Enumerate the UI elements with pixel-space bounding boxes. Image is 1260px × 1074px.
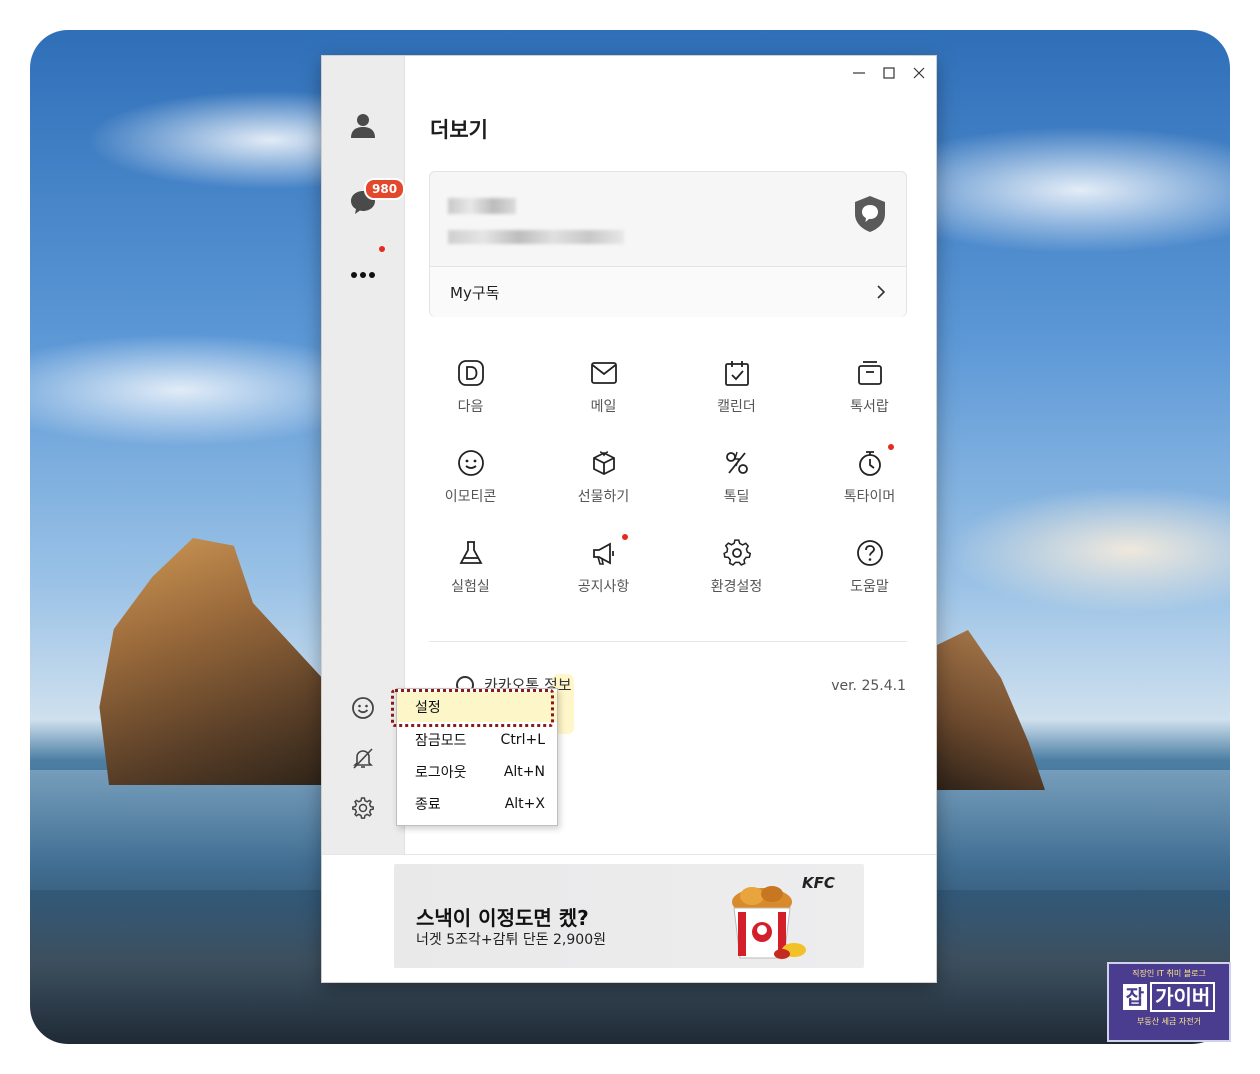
- new-dot: [622, 534, 628, 540]
- watermark-top: 직장인 IT 취미 블로그: [1132, 969, 1206, 978]
- minimize-button[interactable]: [852, 64, 866, 82]
- grid-item-talkdeal[interactable]: 톡딜: [670, 436, 803, 506]
- watermark-logo-a: 잡: [1122, 984, 1148, 1010]
- bottom-divider: [322, 854, 936, 855]
- grid-label: 공지사항: [577, 579, 630, 595]
- grid-item-timer[interactable]: 톡타이머: [803, 436, 936, 506]
- emoticon-icon: [457, 450, 484, 476]
- bell-off-icon: [353, 748, 373, 769]
- section-divider: [429, 641, 907, 642]
- my-subscription-row[interactable]: My구독: [430, 267, 906, 317]
- menu-item-exit[interactable]: 종료 Alt+X: [397, 789, 557, 819]
- grid-item-gift[interactable]: 선물하기: [537, 436, 670, 506]
- kakaotalk-window: 980 더보기 My구독 다음 메일 캘린더 톡서랍 이모티콘 선물하기 톡딜 …: [322, 56, 936, 982]
- settings-icon: [722, 539, 751, 566]
- percent-icon: [725, 451, 748, 474]
- grid-label: 다음: [457, 399, 484, 415]
- rock-formation-right: [935, 630, 1045, 790]
- help-icon: [856, 540, 883, 566]
- version-label: ver. 25.4.1: [831, 678, 906, 694]
- menu-item-shortcut: Ctrl+L: [500, 732, 545, 748]
- mail-icon: [590, 362, 617, 384]
- flask-icon: [458, 541, 483, 564]
- sidebar: 980: [322, 56, 406, 854]
- grid-label: 톡딜: [723, 489, 750, 505]
- notification-off-button[interactable]: [343, 738, 383, 778]
- more-tab[interactable]: [343, 250, 383, 290]
- rock-formation-left: [99, 538, 325, 785]
- minimize-icon: [853, 72, 865, 74]
- ad-headline: 스낵이 이정도면 켔?: [416, 906, 589, 930]
- menu-item-lock-mode[interactable]: 잠금모드 Ctrl+L: [397, 725, 557, 755]
- friends-tab[interactable]: [343, 106, 383, 146]
- grid-item-lab[interactable]: 실험실: [404, 526, 537, 596]
- more-icon: [351, 272, 375, 278]
- grid-label: 이모티콘: [444, 489, 497, 505]
- grid-item-notice[interactable]: 공지사항: [537, 526, 670, 596]
- grid-item-drawer[interactable]: 톡서랍: [803, 346, 936, 416]
- grid-label: 캘린더: [717, 399, 756, 415]
- grid-label: 도움말: [850, 579, 889, 595]
- grid-item-calendar[interactable]: 캘린더: [670, 346, 803, 416]
- grid-item-settings[interactable]: 환경설정: [670, 526, 803, 596]
- my-subscription-label: My구독: [450, 283, 500, 302]
- menu-item-shortcut: Alt+N: [503, 764, 545, 780]
- person-icon: [351, 114, 375, 138]
- settings-button[interactable]: [343, 788, 383, 828]
- ad-banner[interactable]: 스낵이 이정도면 켔? 너겟 5조각+감튀 단돈 2,900원 KFC: [394, 864, 864, 968]
- grid-item-mail[interactable]: 메일: [537, 346, 670, 416]
- close-button[interactable]: [912, 64, 926, 82]
- close-icon: [913, 67, 925, 79]
- highlight-annotation: [391, 689, 554, 727]
- maximize-button[interactable]: [882, 64, 896, 82]
- emoji-button[interactable]: [343, 688, 383, 728]
- watermark-badge: 직장인 IT 취미 블로그 잡 가이버 부동산 세금 자전거: [1107, 962, 1231, 1042]
- grid-label: 톡서랍: [850, 399, 889, 415]
- grid-label: 톡타이머: [843, 489, 896, 505]
- grid-item-emoticon[interactable]: 이모티콘: [404, 436, 537, 506]
- grid-item-daum[interactable]: 다음: [404, 346, 537, 416]
- profile-card[interactable]: My구독: [429, 171, 907, 317]
- calendar-icon: [724, 361, 749, 386]
- drawer-icon: [857, 361, 882, 385]
- ad-subline: 너겟 5조각+감튀 단돈 2,900원: [416, 932, 606, 948]
- chicken-bucket-image: [732, 886, 806, 959]
- watermark-logo-b: 가이버: [1150, 982, 1216, 1012]
- maximize-icon: [883, 67, 895, 79]
- grid-label: 환경설정: [710, 579, 763, 595]
- window-controls: [852, 64, 926, 82]
- grid-label: 실험실: [451, 579, 490, 595]
- menu-item-label: 종료: [415, 797, 441, 813]
- timer-icon: [858, 451, 881, 476]
- chevron-right-icon: [877, 285, 886, 299]
- shield-icon[interactable]: [852, 194, 888, 234]
- new-dot: [888, 444, 894, 450]
- watermark-bottom: 부동산 세금 자전거: [1137, 1017, 1201, 1026]
- menu-item-shortcut: Alt+X: [504, 796, 545, 812]
- grid-label: 선물하기: [577, 489, 630, 505]
- blurred-name: [448, 198, 516, 214]
- gear-icon: [352, 797, 374, 819]
- emoji-icon: [352, 697, 374, 719]
- page-title: 더보기: [430, 118, 488, 142]
- grid-label: 메일: [590, 399, 617, 415]
- menu-item-label: 로그아웃: [415, 765, 467, 781]
- daum-icon: [457, 360, 484, 386]
- new-dot: [379, 246, 385, 252]
- feature-grid: 다음 메일 캘린더 톡서랍 이모티콘 선물하기 톡딜 톡타이머 실험실 공지사항…: [404, 346, 936, 596]
- unread-count-badge: 980: [364, 178, 406, 200]
- grid-item-help[interactable]: 도움말: [803, 526, 936, 596]
- menu-item-label: 잠금모드: [415, 733, 467, 749]
- megaphone-icon: [592, 542, 614, 565]
- gift-icon: [592, 451, 615, 476]
- blurred-email: [448, 230, 624, 244]
- menu-item-logout[interactable]: 로그아웃 Alt+N: [397, 757, 557, 787]
